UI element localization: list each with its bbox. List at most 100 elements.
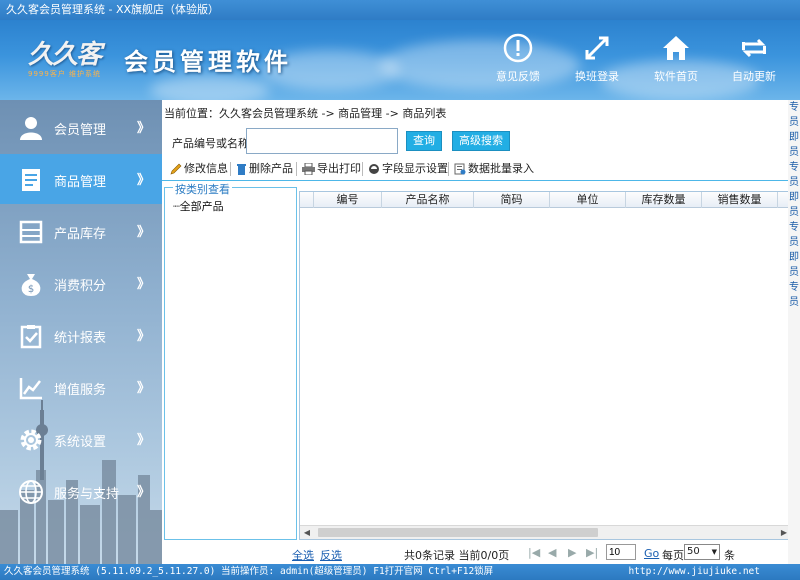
delete-product-button[interactable]: 删除产品 xyxy=(236,160,293,176)
tree-node-all-products[interactable]: ┈全部产品 xyxy=(173,198,224,214)
sidebar: 会员管理 》 商品管理 》 产品库存 》 $ 消费积分 》 统计报表 》 增值服… xyxy=(0,100,162,580)
update-button[interactable]: 自动更新 xyxy=(724,32,784,96)
query-button[interactable]: 查询 xyxy=(406,131,442,151)
home-label: 软件首页 xyxy=(654,70,698,83)
globe-icon xyxy=(19,480,43,504)
scroll-left-icon[interactable]: ◀ xyxy=(300,526,314,539)
next-page-icon[interactable]: ▶ xyxy=(568,546,576,559)
column-header[interactable]: 简码 xyxy=(474,192,550,208)
inventory-icon xyxy=(19,220,43,244)
sidebar-item-product[interactable]: 商品管理 》 xyxy=(0,154,162,204)
export-print-button[interactable]: 导出打印 xyxy=(302,160,361,176)
chevron-right-icon: 》 xyxy=(136,277,150,292)
edit-info-label: 修改信息 xyxy=(184,162,228,175)
per-page-unit: 条 xyxy=(724,549,735,562)
page-number-input[interactable] xyxy=(606,544,636,560)
row-selector-header xyxy=(300,192,314,208)
edge-char: 员 xyxy=(789,207,799,218)
feedback-label: 意见反馈 xyxy=(496,70,540,83)
column-header[interactable]: 库存数量 xyxy=(626,192,702,208)
app-header: 久久客 9999客户 维护系统 会员管理软件 意见反馈 换班登录 软件首页 自动… xyxy=(0,20,800,100)
app-title: 会员管理软件 xyxy=(124,47,292,76)
toolbar-divider xyxy=(230,162,231,176)
breadcrumb: 当前位置：久久客会员管理系统 -> 商品管理 -> 商品列表 xyxy=(164,107,447,120)
prev-page-icon[interactable]: ◀ xyxy=(548,546,556,559)
select-all-link[interactable]: 全选 xyxy=(292,547,314,563)
field-display-settings-button[interactable]: 字段显示设置 xyxy=(368,160,448,176)
per-page-select[interactable]: 50 ▼ xyxy=(684,544,720,560)
chevron-right-icon: 》 xyxy=(136,381,150,396)
update-label: 自动更新 xyxy=(732,70,776,83)
edge-char: 员 xyxy=(789,147,799,158)
website-url: http://www.jiujiuke.net xyxy=(628,566,760,577)
sidebar-item-value-added[interactable]: 增值服务 》 xyxy=(6,362,162,412)
brand-logo: 久久客 9999客户 维护系统 xyxy=(28,34,118,86)
product-icon xyxy=(22,169,40,191)
trash-icon xyxy=(237,164,246,175)
chevron-down-icon: ▼ xyxy=(711,548,717,556)
last-page-icon[interactable]: ▶| xyxy=(586,546,598,559)
pagination-bar: 全选 反选 共0条记录 当前0/0页 |◀ ◀ ▶ ▶| Go 每页 50 ▼ 条 xyxy=(162,542,788,564)
chevron-right-icon: 》 xyxy=(136,433,150,448)
points-icon: $ xyxy=(21,274,41,296)
sidebar-item-label: 增值服务 xyxy=(54,383,107,398)
category-tree-title: 按类别查看 xyxy=(173,181,232,197)
switch-login-label: 换班登录 xyxy=(575,70,619,83)
toolbar-divider xyxy=(362,162,363,176)
export-print-label: 导出打印 xyxy=(317,162,361,175)
printer-icon xyxy=(302,162,315,176)
edge-char: 员 xyxy=(789,177,799,188)
pencil-icon xyxy=(170,163,182,175)
sidebar-item-label: 商品管理 xyxy=(54,175,107,190)
sidebar-item-member[interactable]: 会员管理 》 xyxy=(6,102,162,152)
per-page-label: 每页 xyxy=(662,549,684,562)
sidebar-item-label: 统计报表 xyxy=(54,331,107,346)
edge-char: 即 xyxy=(789,132,799,143)
sidebar-item-inventory[interactable]: 产品库存 》 xyxy=(6,206,162,256)
column-header[interactable]: 单位 xyxy=(550,192,626,208)
sidebar-item-label: 产品库存 xyxy=(54,227,107,242)
edge-char: 专 xyxy=(789,282,799,293)
feedback-icon xyxy=(503,33,533,63)
edge-char: 员 xyxy=(789,297,799,308)
feedback-button[interactable]: 意见反馈 xyxy=(488,32,548,96)
value-added-icon xyxy=(19,378,42,400)
scrollbar-thumb[interactable] xyxy=(318,528,598,537)
edit-info-button[interactable]: 修改信息 xyxy=(170,160,228,176)
search-input[interactable] xyxy=(246,128,398,154)
invert-selection-link[interactable]: 反选 xyxy=(320,547,342,563)
status-text: 久久客会员管理系统 (5.11.09.2_5.11.27.0) 当前操作员: a… xyxy=(4,566,494,577)
status-bar: 久久客会员管理系统 (5.11.09.2_5.11.27.0) 当前操作员: a… xyxy=(0,564,800,580)
update-icon xyxy=(742,38,766,58)
edge-char: 即 xyxy=(789,192,799,203)
search-label: 产品编号或名称: xyxy=(172,137,253,150)
delete-product-label: 删除产品 xyxy=(249,162,293,175)
sidebar-item-points[interactable]: $ 消费积分 》 xyxy=(6,258,162,308)
columns-settings-icon xyxy=(369,164,379,174)
advanced-search-button[interactable]: 高级搜索 xyxy=(452,131,510,151)
logo-subtitle: 9999客户 维护系统 xyxy=(28,70,102,78)
home-icon xyxy=(663,36,689,60)
sidebar-item-report[interactable]: 统计报表 》 xyxy=(6,310,162,360)
column-header[interactable]: 编号 xyxy=(314,192,382,208)
sidebar-item-settings[interactable]: 系统设置 》 xyxy=(6,414,162,464)
divider-line xyxy=(162,180,788,181)
edge-char: 专 xyxy=(789,162,799,173)
batch-entry-button[interactable]: 数据批量录入 xyxy=(454,160,534,176)
chevron-right-icon: 》 xyxy=(136,173,150,188)
sidebar-item-support[interactable]: 服务与支持 》 xyxy=(6,466,162,516)
edge-char: 员 xyxy=(789,267,799,278)
chevron-right-icon: 》 xyxy=(136,225,150,240)
column-header[interactable]: 销售数量 xyxy=(702,192,778,208)
horizontal-scrollbar[interactable]: ◀ ▶ xyxy=(300,525,789,539)
sidebar-item-label: 服务与支持 xyxy=(54,487,120,502)
home-button[interactable]: 软件首页 xyxy=(646,32,706,96)
go-button[interactable]: Go xyxy=(644,547,659,560)
category-tree-panel: 按类别查看 ┈全部产品 xyxy=(164,181,297,540)
edge-char: 员 xyxy=(789,117,799,128)
settings-icon xyxy=(20,429,42,451)
column-header[interactable]: 产品名称 xyxy=(382,192,474,208)
edge-char: 即 xyxy=(789,252,799,263)
first-page-icon[interactable]: |◀ xyxy=(528,546,540,559)
switch-login-button[interactable]: 换班登录 xyxy=(567,32,627,96)
